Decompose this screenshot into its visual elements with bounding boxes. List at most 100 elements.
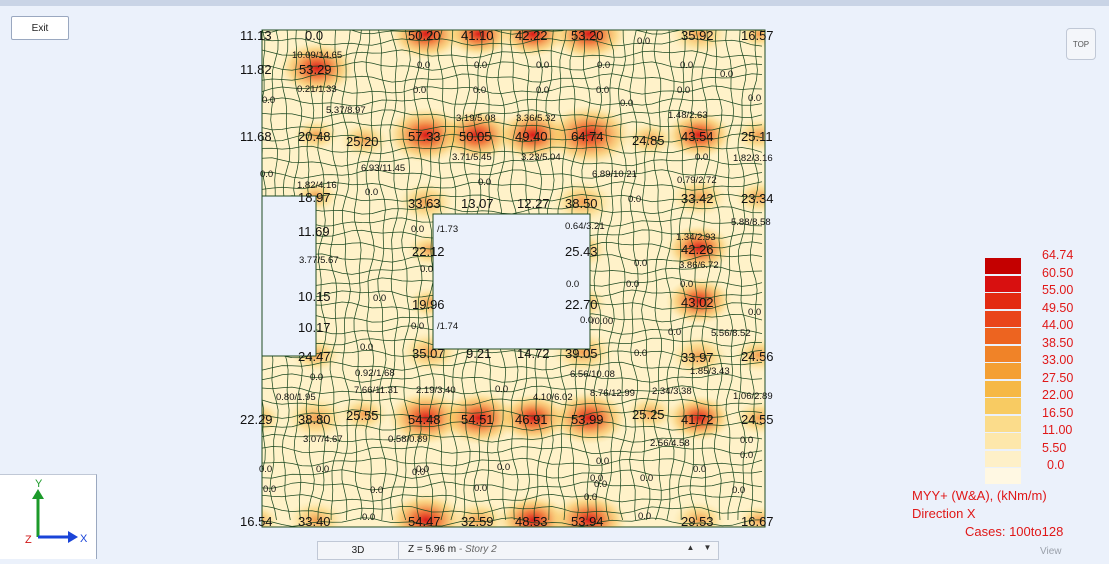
legend-direction: Direction X: [912, 506, 976, 521]
small-value-label: 0.0: [365, 187, 378, 198]
small-value-label: 0.0: [360, 342, 373, 353]
value-label: 43.02: [681, 295, 714, 310]
small-value-label: 0.0: [637, 36, 650, 47]
small-value-label: 0.0: [693, 464, 706, 475]
value-label: 9.21: [466, 346, 491, 361]
z-axis-label: Z: [25, 534, 32, 546]
small-value-label: 0.0: [596, 456, 609, 467]
small-value-label: 6.89/10.21: [592, 169, 637, 180]
value-label: 35.92: [681, 28, 714, 43]
story-selector[interactable]: Z = 5.96 m - Story 2: [408, 544, 497, 555]
small-value-label: 0.92/1.68: [355, 368, 395, 379]
small-value-label: 0.0: [596, 85, 609, 96]
small-value-label: 0.0: [677, 85, 690, 96]
view-3d-button[interactable]: 3D: [318, 542, 399, 559]
small-value-label: 10.09/14.65: [292, 50, 342, 61]
legend-swatch: [985, 450, 1021, 467]
small-value-label: 2.19/3.40: [416, 385, 456, 396]
value-label: 22.12: [412, 244, 445, 259]
legend-value: 49.50: [1042, 300, 1074, 315]
value-label: 11.69: [298, 224, 330, 239]
value-label: 50.05: [459, 129, 492, 144]
small-value-label: 0.0: [748, 307, 761, 318]
exit-button[interactable]: Exit: [11, 16, 69, 40]
small-value-label: 0.0: [580, 315, 593, 326]
small-value-label: 0.0: [316, 464, 329, 475]
value-label: 46.91: [515, 412, 548, 427]
value-label: 42.22: [515, 28, 548, 43]
small-value-label: 2.34/3.38: [652, 386, 692, 397]
axis-triad-icon: Y X Z: [25, 478, 88, 546]
small-value-label: 5.37/8.97: [326, 105, 366, 116]
small-value-label: 0.0: [263, 484, 276, 495]
small-value-label: 0.0: [695, 152, 708, 163]
value-label: 22.70: [565, 297, 598, 312]
value-label: 64.74: [571, 129, 604, 144]
legend-swatch: [985, 275, 1021, 292]
small-value-label: 0.0: [594, 479, 607, 490]
value-label: 41.10: [461, 28, 494, 43]
legend-swatch: [985, 380, 1021, 397]
small-value-label: 0.0: [720, 69, 733, 80]
value-label: 53.29: [299, 62, 332, 77]
value-label: 24.56: [741, 349, 774, 364]
value-label: 0.0: [305, 28, 323, 43]
small-value-label: 0.0: [373, 293, 386, 304]
y-axis-arrowhead: [32, 489, 44, 499]
small-value-label: 6.56/10.08: [570, 369, 615, 380]
small-value-label: /0.00: [592, 316, 613, 327]
value-label: 33.42: [681, 191, 714, 206]
small-value-label: 0.0: [473, 85, 486, 96]
small-value-label: 0.0: [420, 264, 433, 275]
legend-value: 55.00: [1042, 283, 1074, 297]
value-label: 25.55: [346, 408, 379, 423]
value-label: 48.53: [515, 514, 548, 529]
top-view-button[interactable]: TOP: [1066, 28, 1096, 60]
legend-title: MYY+ (W&A), (kNm/m): [912, 488, 1047, 503]
value-label: 23.34: [741, 191, 774, 206]
legend-cases: Cases: 100to128: [965, 524, 1064, 539]
small-value-label: 0.0: [259, 464, 272, 475]
value-label: 53.20: [571, 28, 604, 43]
value-label: 11.68: [240, 129, 272, 144]
small-value-label: 0.0: [740, 435, 753, 446]
small-value-label: 0.0: [474, 60, 487, 71]
small-value-label: 0.79/2.72: [677, 175, 717, 186]
small-value-label: 3.86/6.72: [679, 260, 719, 271]
value-label: 19.96: [412, 297, 445, 312]
small-value-label: 0.80/1.95: [276, 392, 316, 403]
small-value-label: 0.0: [411, 321, 424, 332]
legend-swatch: [985, 328, 1021, 344]
value-label: 13.07: [461, 196, 494, 211]
value-label: 24.85: [632, 133, 665, 148]
legend-swatch: [985, 415, 1021, 432]
small-value-label: 8.76/12.99: [590, 388, 635, 399]
small-value-label: 1.82/3.16: [733, 153, 773, 164]
small-value-label: 0.0: [680, 279, 693, 290]
value-label: 24.55: [741, 412, 774, 427]
legend-value: 11.00: [1042, 423, 1073, 437]
small-value-label: 3.71/5.45: [452, 152, 492, 163]
story-up-icon[interactable]: ▲: [687, 543, 695, 557]
small-value-label: 0.0: [536, 85, 549, 96]
value-label: 25.43: [565, 244, 598, 259]
value-label: 33.63: [408, 196, 441, 211]
small-value-label: 0.0: [732, 485, 745, 496]
small-value-label: 0.0: [680, 60, 693, 71]
value-label: 57.33: [408, 129, 441, 144]
small-value-label: /1.73: [437, 224, 458, 235]
value-label: 10.15: [298, 289, 331, 304]
legend-swatch: [985, 310, 1021, 327]
legend-swatch: [985, 345, 1021, 362]
legend-value: 33.00: [1042, 353, 1074, 367]
small-value-label: 0.0: [417, 60, 430, 71]
value-label: 29.53: [681, 514, 714, 529]
story-down-icon[interactable]: ▼: [704, 543, 712, 557]
value-label: 42.26: [681, 242, 714, 257]
small-value-label: 0.0: [626, 279, 639, 290]
value-label: 32.59: [461, 514, 494, 529]
small-value-label: 0.0: [497, 462, 510, 473]
value-label: 11.13: [240, 28, 272, 43]
value-label: 33.40: [298, 514, 331, 529]
value-label: 18.97: [298, 190, 331, 205]
